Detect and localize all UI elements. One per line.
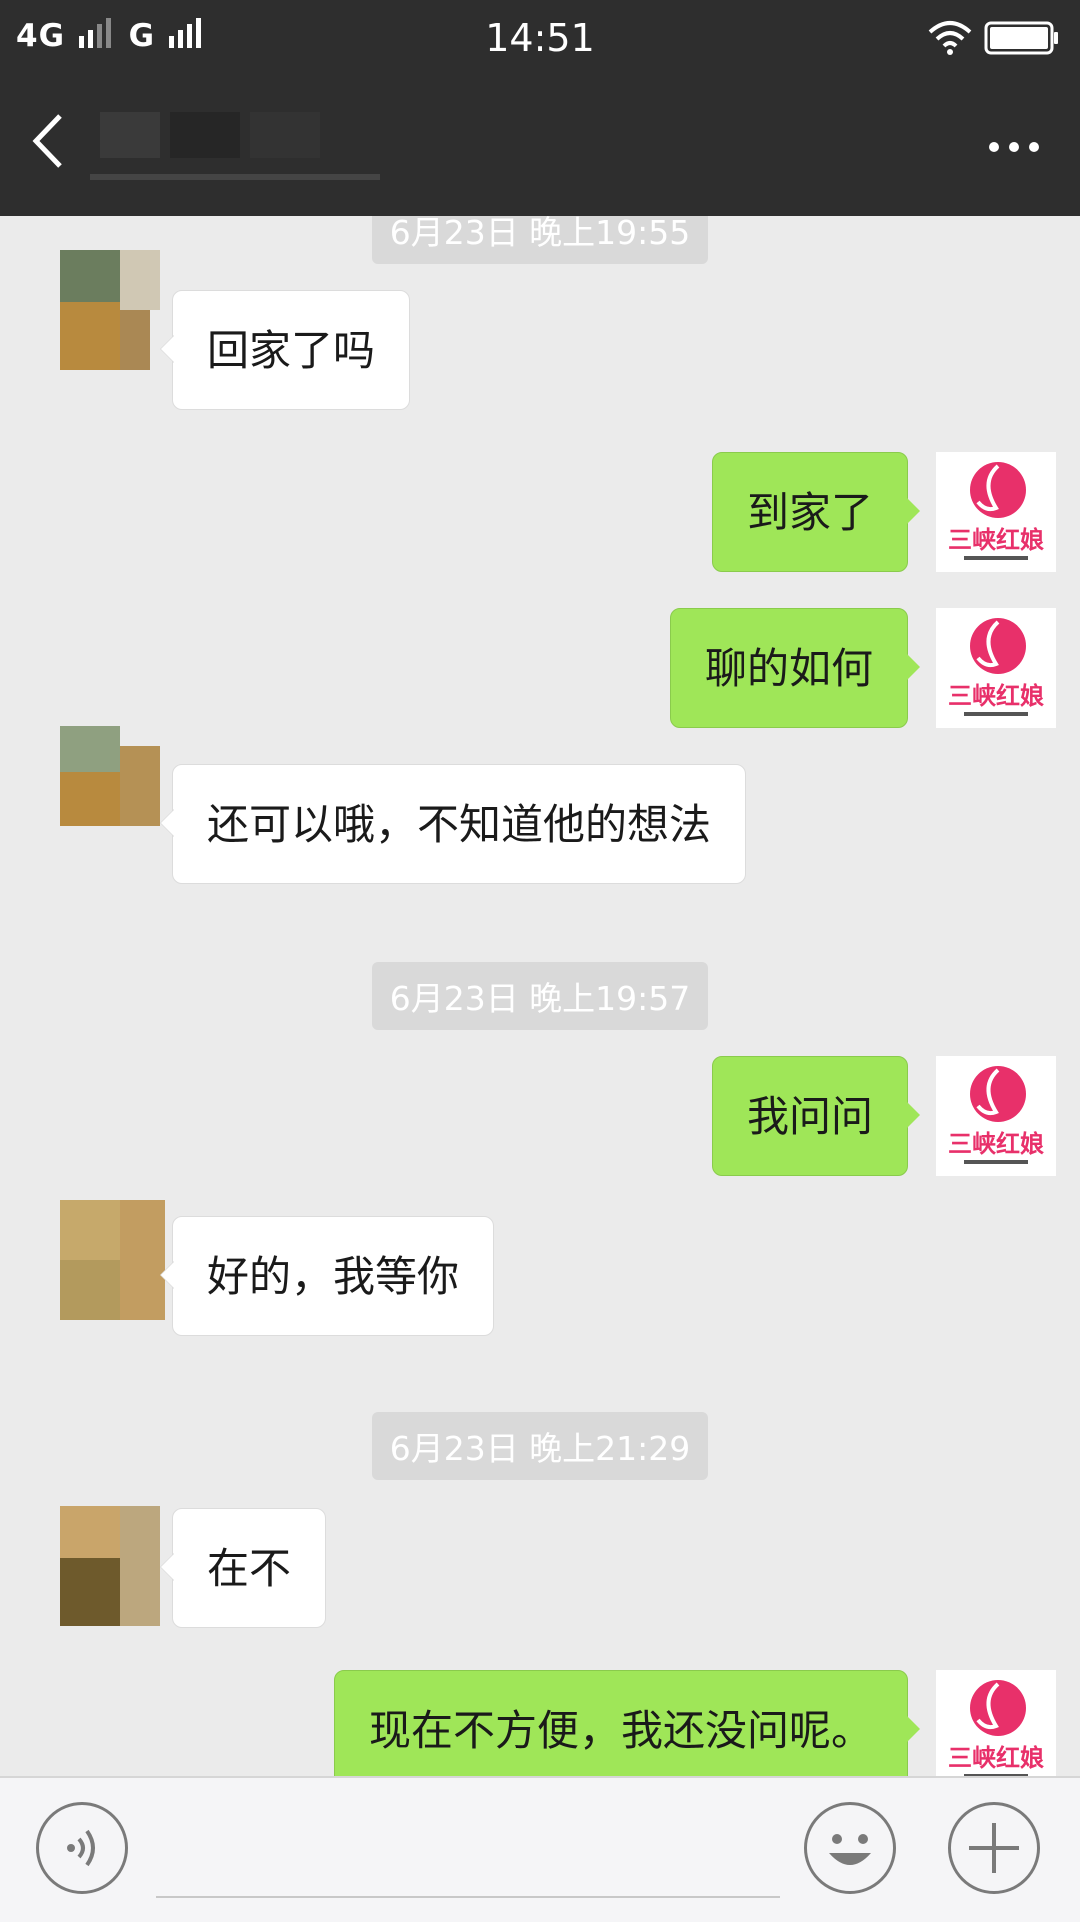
message-bubble-incoming[interactable]: 还可以哦，不知道他的想法 [159,764,747,884]
message-bubble-incoming[interactable]: 回家了吗 [159,290,411,410]
brand-logo-text: 三峡红娘 [948,1130,1044,1158]
message-bubble-outgoing[interactable]: 现在不方便，我还没问呢。 [333,1670,921,1776]
message-text: 我问问 [746,1092,873,1141]
timestamp-label: 6月23日 晚上21:29 [371,1412,709,1480]
brand-logo-text: 三峡红娘 [948,1744,1044,1772]
timestamp: 6月23日 晚上21:29 [0,1412,1080,1480]
message-text: 还可以哦，不知道他的想法 [207,800,712,849]
message-bubble-outgoing[interactable]: 到家了 [711,452,921,572]
message-bubble-incoming[interactable]: 好的，我等你 [159,1216,495,1336]
message-bubble-incoming[interactable]: 在不 [159,1508,327,1628]
self-avatar[interactable]: 三峡红娘 [936,1670,1056,1776]
message-text: 聊的如何 [704,644,873,693]
message-text: 到家了 [746,488,873,537]
self-avatar[interactable]: 三峡红娘 [936,608,1056,728]
status-bar: 4G G 14:51 [0,0,1080,78]
brand-logo-icon: 三峡红娘 [948,462,1044,560]
plus-icon [969,1823,1019,1873]
contact-name [90,106,380,182]
chat-header [0,78,1080,216]
brand-logo-text: 三峡红娘 [948,526,1044,554]
brand-logo-icon: 三峡红娘 [948,1066,1044,1164]
brand-logo-icon: 三峡红娘 [948,1680,1044,1776]
chevron-left-icon [32,114,62,168]
timestamp-label: 6月23日 晚上19:57 [371,962,709,1030]
battery-icon [984,21,1058,55]
emoji-icon [829,1834,871,1865]
voice-icon [67,1829,95,1867]
message-bubble-outgoing[interactable]: 聊的如何 [669,608,921,728]
timestamp: 6月23日 晚上19:57 [0,962,1080,1030]
timestamp-label: 6月23日 晚上19:55 [371,216,709,264]
status-right [928,18,1060,58]
brand-logo-text: 三峡红娘 [948,682,1044,710]
brand-logo-icon: 三峡红娘 [948,618,1044,716]
wifi-icon [928,21,972,55]
message-bubble-outgoing[interactable]: 我问问 [711,1056,921,1176]
self-avatar[interactable]: 三峡红娘 [936,1056,1056,1176]
status-time: 14:51 [485,16,595,60]
contact-avatar[interactable] [60,1200,180,1320]
message-text: 现在不方便，我还没问呢。 [368,1706,873,1755]
chat-area[interactable]: 6月23日 晚上19:55 回家了吗 到家了 三峡红娘 聊的如何 三峡红娘 还可… [0,216,1080,1776]
emoji-button[interactable] [804,1802,896,1894]
message-text: 在不 [207,1544,292,1593]
voice-button[interactable] [36,1802,128,1894]
message-input[interactable] [156,1808,780,1898]
message-text: 好的，我等你 [207,1252,460,1301]
ellipsis-icon [989,142,1039,152]
back-button[interactable] [28,106,88,186]
more-functions-button[interactable] [948,1802,1040,1894]
more-button[interactable] [984,122,1044,172]
input-bar [0,1776,1080,1922]
message-text: 回家了吗 [207,326,376,375]
self-avatar[interactable]: 三峡红娘 [936,452,1056,572]
